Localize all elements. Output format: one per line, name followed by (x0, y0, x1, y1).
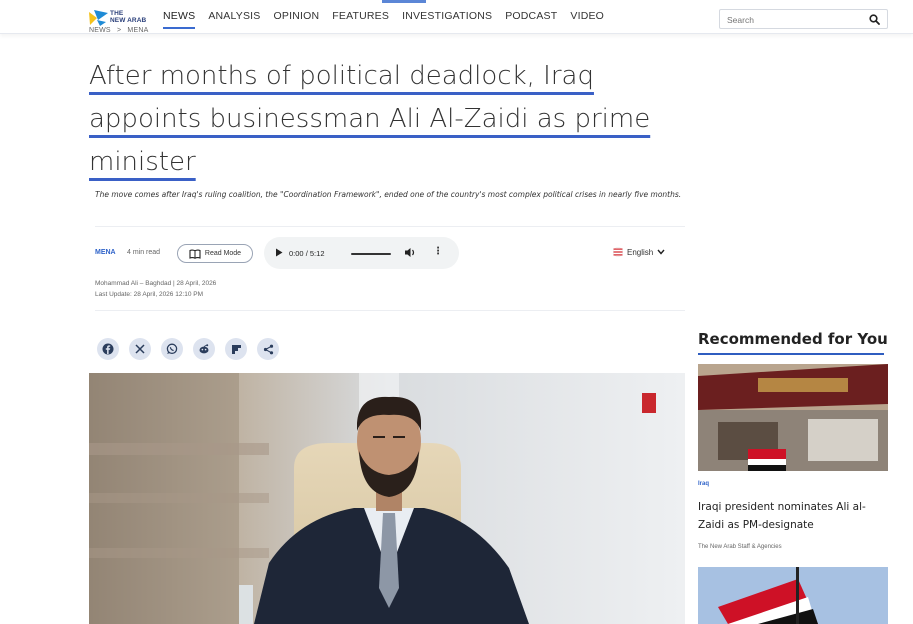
hero-image (89, 373, 685, 624)
logo-icon (89, 10, 108, 26)
language-label: English (627, 247, 654, 257)
language-flag-icon (613, 247, 623, 257)
audio-player: 0:00 / 5:12 ⋮ (264, 237, 459, 269)
nav-accent-bar (382, 0, 426, 3)
recommended-tag[interactable]: Iraq (698, 481, 709, 487)
recommended-source: The New Arab Staff & Agencies (698, 544, 782, 550)
flipboard-icon (231, 344, 241, 354)
nav-video[interactable]: VIDEO (570, 10, 604, 29)
search-input[interactable] (720, 11, 860, 29)
audio-progress-track[interactable] (351, 252, 391, 255)
audio-more-options-icon[interactable]: ⋮ (433, 246, 443, 257)
play-icon[interactable] (275, 248, 283, 257)
divider (95, 226, 685, 227)
byline-last-update: Last Update: 28 April, 2026 12:10 PM (95, 291, 204, 298)
audio-time: 0:00 / 5:12 (289, 249, 325, 258)
breadcrumb-separator: > (116, 27, 122, 34)
language-selector[interactable]: English (613, 247, 665, 257)
facebook-icon (102, 343, 114, 355)
recommended-image[interactable] (698, 567, 888, 624)
share-icon (263, 344, 273, 354)
share-more-button[interactable] (257, 338, 279, 360)
hero-photo (89, 373, 685, 624)
logo-text: THE NEW ARAB (110, 10, 147, 24)
chevron-down-icon (657, 249, 665, 255)
recommended-image[interactable] (698, 364, 888, 471)
byline-author-date: Mohammad Ali – Baghdad | 28 April, 2026 (95, 280, 217, 287)
book-icon (189, 249, 201, 259)
recommended-underline (698, 353, 884, 355)
recommended-headline[interactable]: Iraqi president nominates Ali al-Zaidi a… (698, 498, 888, 534)
share-bar (97, 338, 279, 360)
article-byline: Mohammad Ali – Baghdad | 28 April, 2026 … (95, 278, 216, 300)
read-mode-label: Read Mode (204, 250, 242, 257)
whatsapp-icon (166, 343, 178, 355)
audio-duration: 5:12 (309, 249, 325, 258)
search-icon[interactable] (869, 14, 880, 25)
recommended-photo (698, 567, 888, 624)
share-flipboard-button[interactable] (225, 338, 247, 360)
nav-investigations[interactable]: INVESTIGATIONS (402, 10, 492, 29)
share-whatsapp-button[interactable] (161, 338, 183, 360)
nav-opinion[interactable]: OPINION (274, 10, 320, 29)
read-mode-button[interactable]: Read Mode (177, 244, 253, 263)
share-reddit-button[interactable] (193, 338, 215, 360)
breadcrumb: NEWS > MENA (89, 27, 152, 34)
nav-features[interactable]: FEATURES (332, 10, 389, 29)
read-time: 4 min read (127, 249, 161, 256)
headline-line-1: After months of political deadlock, Iraq (89, 61, 594, 91)
search-box (719, 9, 888, 29)
divider (95, 310, 685, 311)
breadcrumb-news[interactable]: NEWS (89, 27, 111, 34)
reddit-icon (199, 344, 209, 354)
share-x-button[interactable] (129, 338, 151, 360)
share-facebook-button[interactable] (97, 338, 119, 360)
headline-line-3: minister (89, 147, 196, 177)
recommended-title: Recommended for You (698, 330, 888, 348)
recommended-photo (698, 364, 888, 471)
volume-icon[interactable] (404, 247, 416, 258)
x-icon (135, 344, 145, 354)
nav-analysis[interactable]: ANALYSIS (208, 10, 260, 29)
article-headline: After months of political deadlock, Iraq… (89, 55, 689, 184)
main-nav: NEWS ANALYSIS OPINION FEATURES INVESTIGA… (163, 10, 617, 29)
audio-current-time: 0:00 (289, 249, 304, 258)
category-tag[interactable]: MENA (95, 249, 116, 256)
nav-podcast[interactable]: PODCAST (505, 10, 557, 29)
site-logo[interactable]: THE NEW ARAB (88, 9, 152, 29)
headline-line-2: appoints businessman Ali Al-Zaidi as pri… (89, 104, 651, 134)
article-standfirst: The move comes after Iraq's ruling coali… (95, 190, 682, 199)
breadcrumb-mena[interactable]: MENA (127, 27, 148, 34)
nav-news[interactable]: NEWS (163, 10, 196, 29)
